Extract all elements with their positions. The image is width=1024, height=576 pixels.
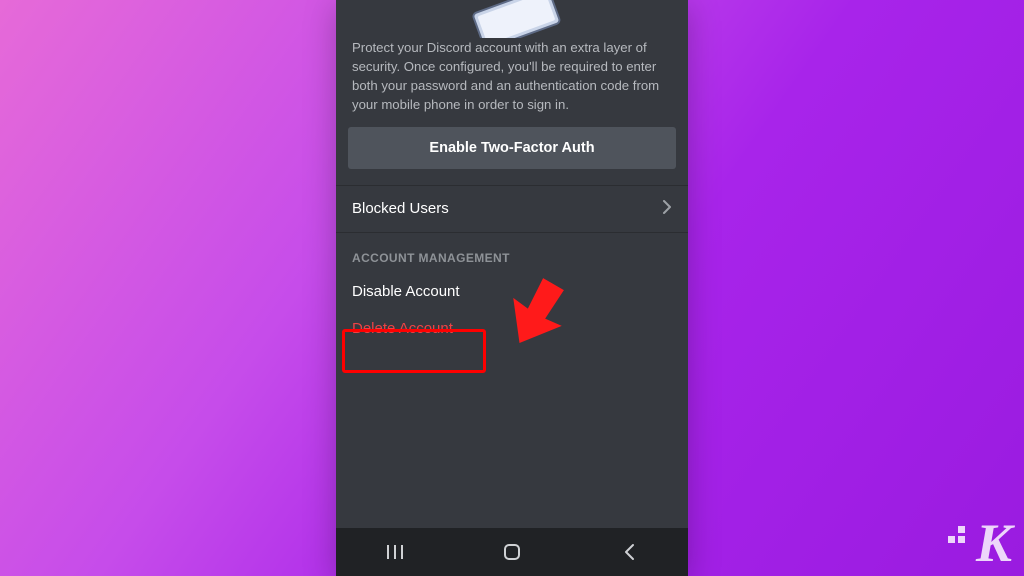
account-management-header: ACCOUNT MANAGEMENT [336,233,688,273]
screenshot-stage: Protect your Discord account with an ext… [0,0,1024,576]
recents-icon [385,544,405,560]
blocked-users-label: Blocked Users [352,200,449,217]
nav-recents-button[interactable] [365,528,425,576]
phone-panel: Protect your Discord account with an ext… [336,0,688,576]
twofa-button-row: Enable Two-Factor Auth [336,115,688,185]
android-nav-bar [336,528,688,576]
nav-back-button[interactable] [599,528,659,576]
home-icon [502,542,522,562]
chevron-right-icon [662,200,672,218]
watermark-dots-icon [940,522,974,566]
twofa-description: Protect your Discord account with an ext… [336,38,688,115]
blocked-users-row[interactable]: Blocked Users [336,186,688,232]
twofa-illustration [336,0,688,38]
back-icon [622,543,636,561]
watermark: K [940,512,1010,566]
watermark-letter: K [976,516,1010,570]
enable-two-factor-button[interactable]: Enable Two-Factor Auth [348,127,676,169]
disable-account-link[interactable]: Disable Account [336,273,688,310]
nav-home-button[interactable] [482,528,542,576]
delete-account-link[interactable]: Delete Account [336,310,688,347]
